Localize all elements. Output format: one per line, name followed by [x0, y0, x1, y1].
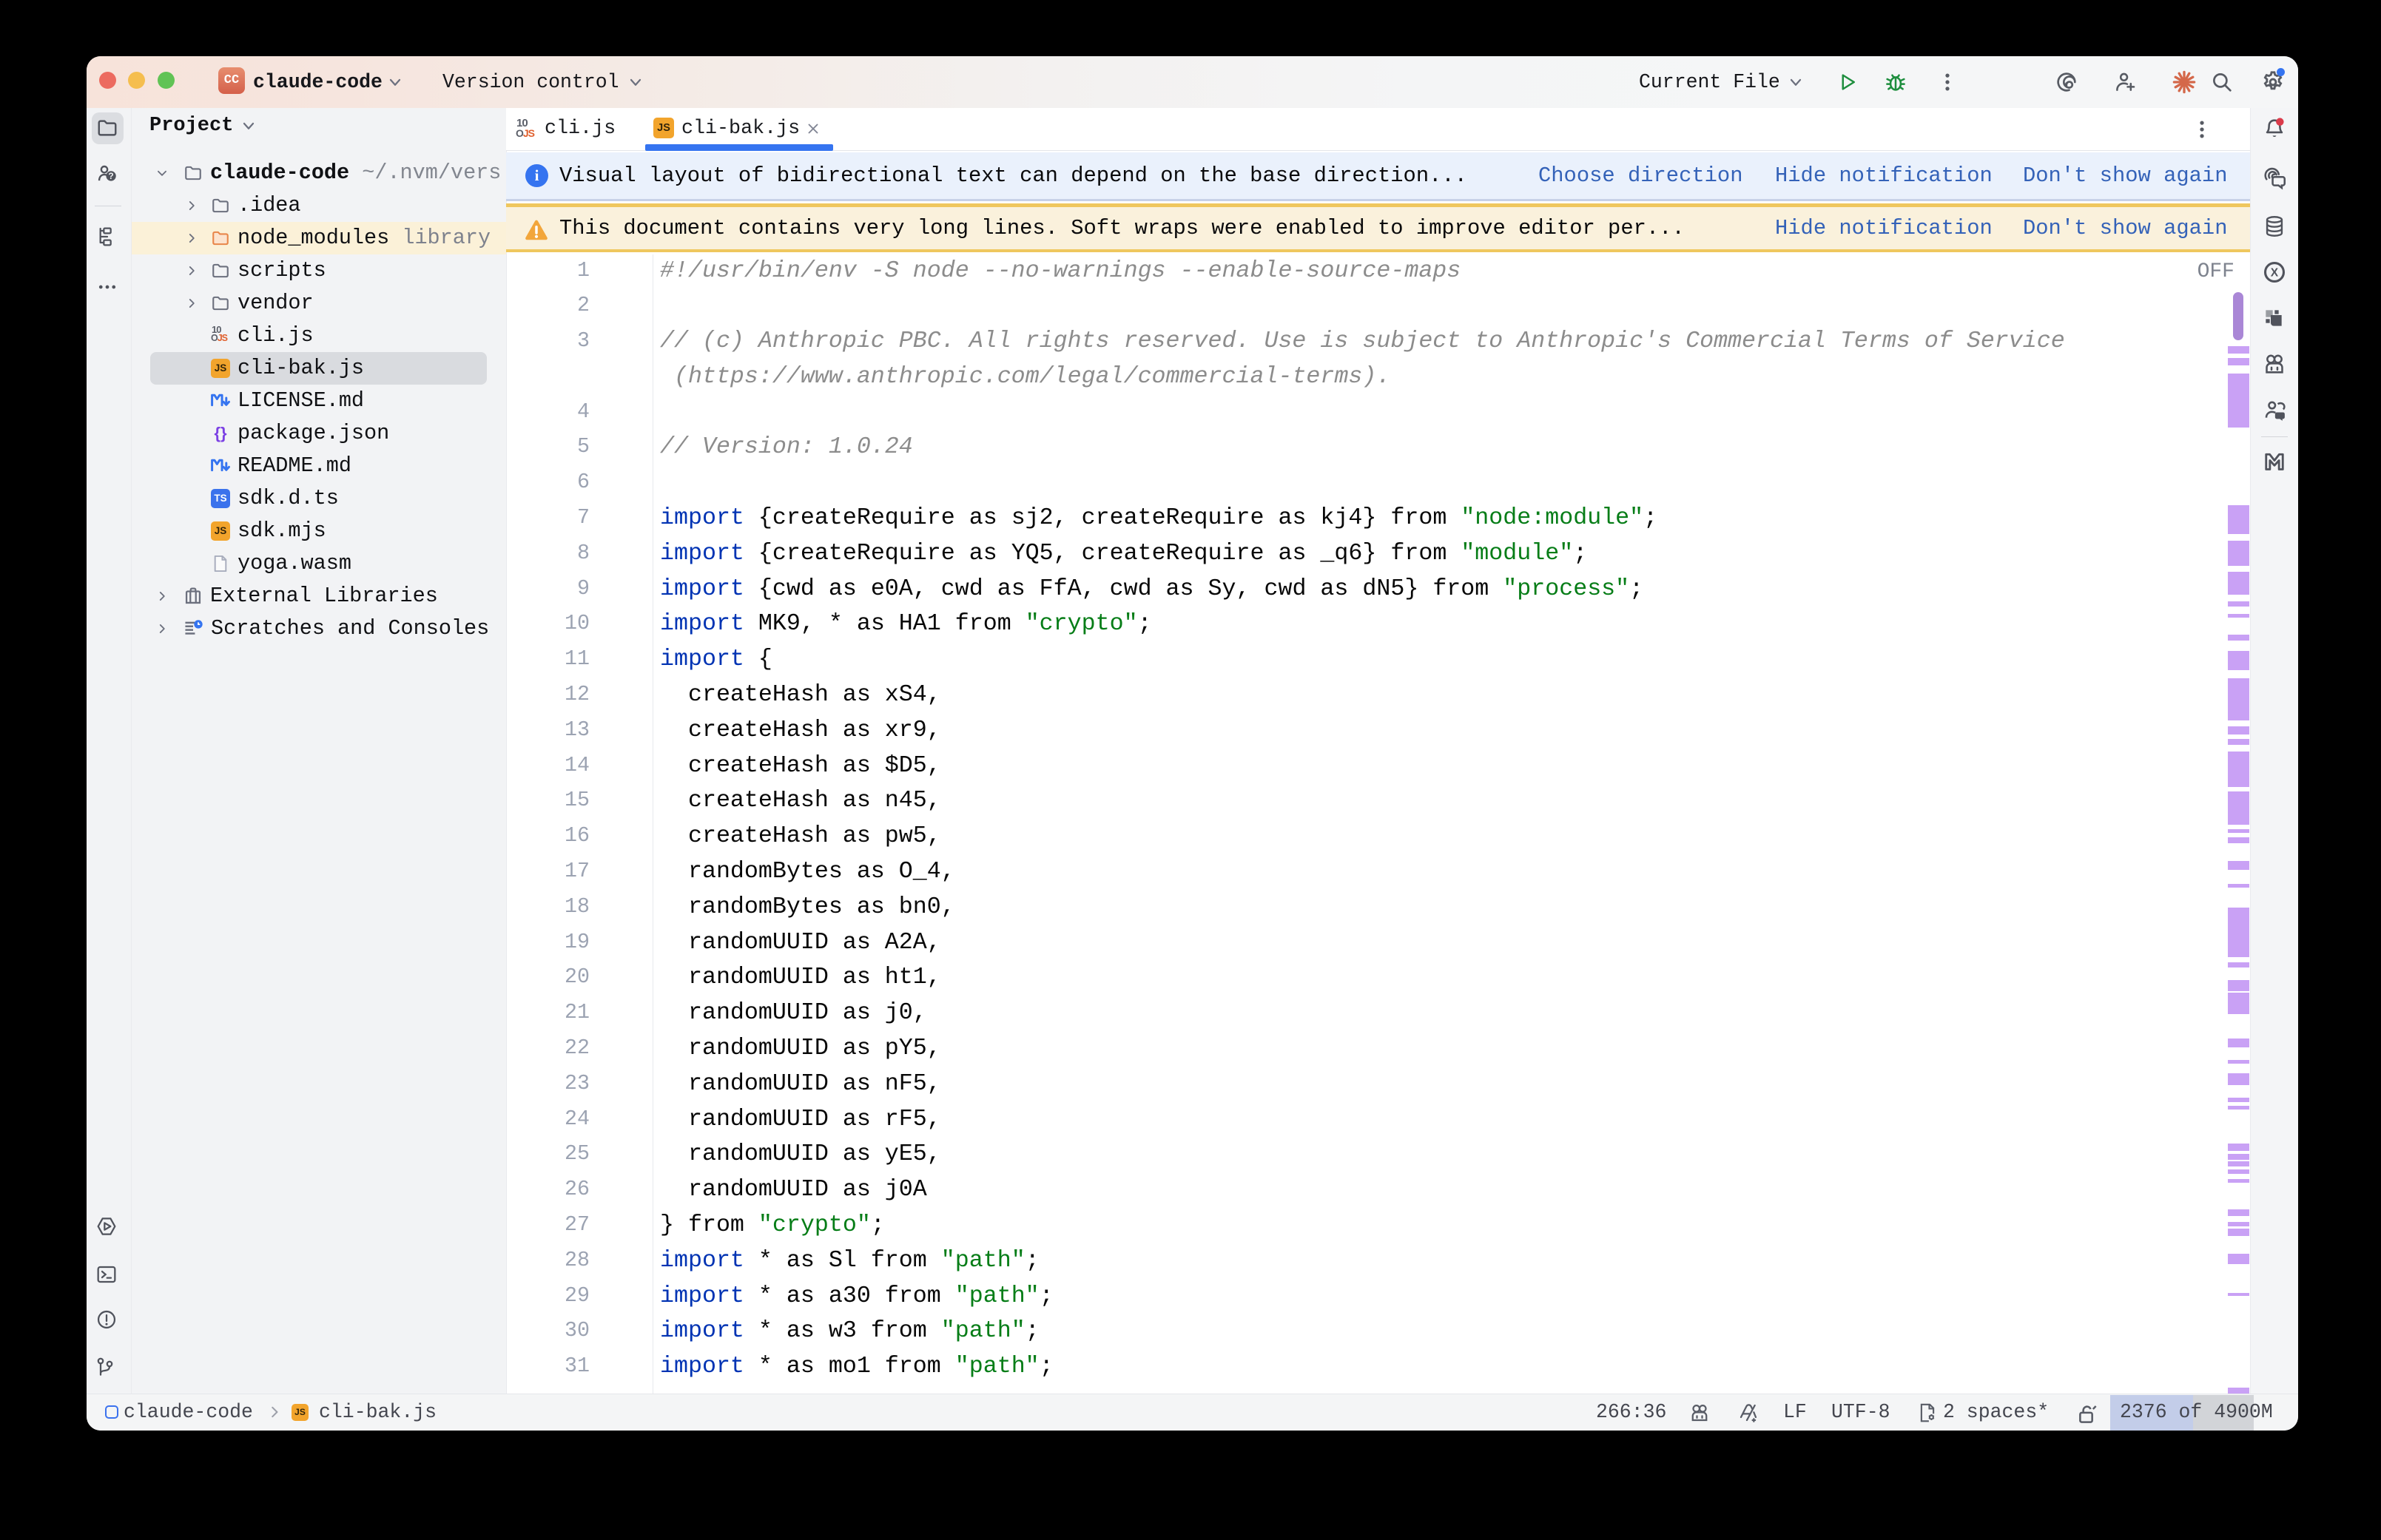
svg-text:X: X — [2271, 266, 2279, 279]
svg-text:?: ? — [108, 171, 113, 181]
